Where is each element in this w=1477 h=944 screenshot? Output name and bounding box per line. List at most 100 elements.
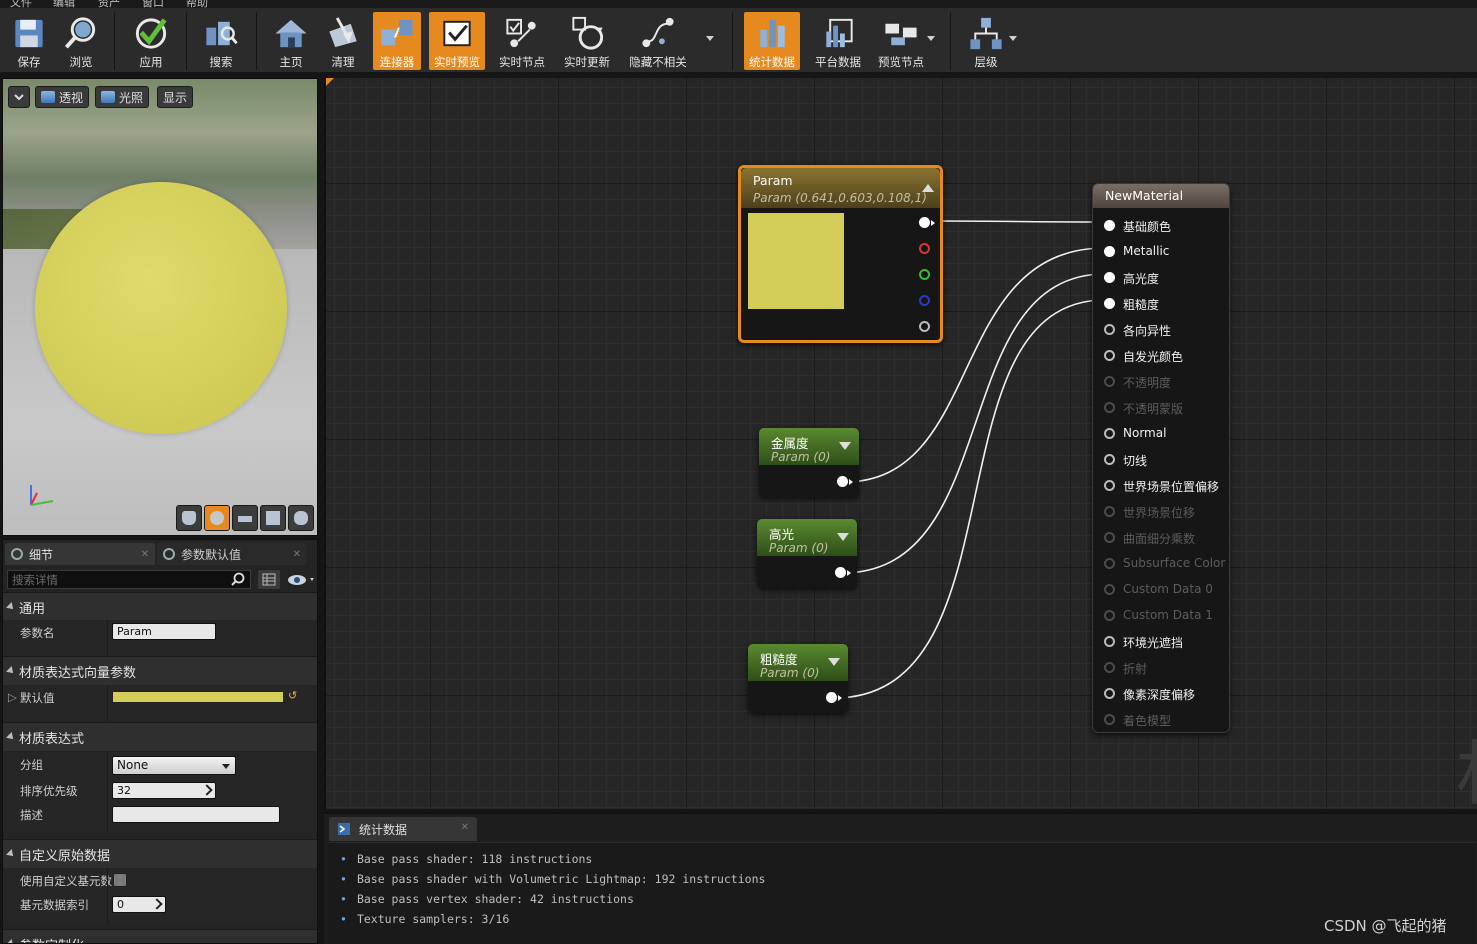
material-pin-row[interactable]: 高光度 [1093,265,1229,291]
menu-help[interactable]: 帮助 [186,0,208,8]
live-nodes-button[interactable]: 实时节点 [494,12,550,70]
material-pin-row[interactable]: 世界场景位置偏移 [1093,473,1229,499]
stats-tab-icon [338,823,350,835]
material-pin-row[interactable]: 环境光遮挡 [1093,629,1229,655]
menu-asset[interactable]: 资产 [98,0,120,8]
view-options-button[interactable] [257,569,281,590]
material-pin-row[interactable]: 自发光颜色 [1093,343,1229,369]
input-pin[interactable] [1104,246,1115,257]
output-pin-g[interactable] [919,269,930,280]
input-pin[interactable] [1104,428,1115,439]
home-button[interactable]: 主页 [268,12,314,70]
stats-button[interactable]: 统计数据 [744,12,800,70]
lit-button[interactable]: 光照 [95,86,150,108]
cylinder-preview-button[interactable] [176,505,202,531]
output-pin-r[interactable] [919,243,930,254]
material-pin-row[interactable]: 切线 [1093,447,1229,473]
menu-window[interactable]: 窗口 [142,0,164,8]
output-pin[interactable] [837,476,848,487]
platform-stats-button[interactable]: 平台数据 [810,12,866,70]
input-pin[interactable] [1104,220,1115,231]
material-pin-row[interactable]: Metallic [1093,239,1229,265]
search-details-input[interactable] [7,570,251,589]
hide-unrelated-button[interactable]: 隐藏不相关 [624,12,692,70]
preview-node-button[interactable]: 预览节点 [873,12,929,70]
input-pin[interactable] [1104,324,1115,335]
param-name-field[interactable]: Param [112,623,216,640]
material-pin-row[interactable]: Normal [1093,421,1229,447]
close-icon[interactable]: ✕ [293,549,301,560]
live-preview-button[interactable]: 实时预览 [429,12,485,70]
metallic-param-node[interactable]: 金属度 Param (0) [759,428,859,497]
collapse-arrow-icon[interactable] [839,442,851,450]
input-pin[interactable] [1104,480,1115,491]
output-pin-rgb[interactable] [919,217,930,228]
use-custom-primitive-checkbox[interactable] [113,873,127,887]
preview-node-dropdown-icon[interactable] [927,36,935,41]
group-combo[interactable]: None [112,756,236,775]
material-pin-row[interactable]: 粗糙度 [1093,291,1229,317]
show-button[interactable]: 显示 [157,86,194,108]
cube-preview-button[interactable] [260,505,286,531]
material-graph[interactable]: 村 Param Param (0.641,0.603,0.108,1) 金属度 … [324,78,1477,809]
close-icon[interactable]: ✕ [461,822,469,833]
credit-watermark: CSDN @飞起的猪 [1324,917,1447,935]
browse-button[interactable]: 浏览 [58,12,104,70]
save-button[interactable]: 保存 [8,12,50,70]
teapot-preview-button[interactable] [288,505,314,531]
hide-unrelated-dropdown-icon[interactable] [706,36,714,41]
primitive-index-spinbox[interactable]: 0 [112,896,166,913]
clean-button[interactable]: 清理 [320,12,366,70]
material-pin-row[interactable]: 基础颜色 [1093,213,1229,239]
input-pin[interactable] [1104,688,1115,699]
sphere-preview-button[interactable] [204,505,230,531]
eye-visibility-icon[interactable] [286,572,318,588]
hierarchy-dropdown-icon[interactable] [1009,36,1017,41]
param-vector-node[interactable]: Param Param (0.641,0.603,0.108,1) [738,165,943,343]
tab-details[interactable]: 细节 ✕ [5,543,155,565]
preview-viewport[interactable]: 透视 光照 显示 [2,78,318,536]
output-pin[interactable] [835,567,846,578]
apply-button[interactable]: 应用 [128,12,174,70]
tab-stats[interactable]: 统计数据 ✕ [329,817,477,841]
category-vector-param[interactable]: 材质表达式向量参数 [3,656,317,685]
close-icon[interactable]: ✕ [141,549,149,560]
category-general[interactable]: 通用 [3,592,317,621]
category-expression[interactable]: 材质表达式 [3,722,317,751]
search-button[interactable]: 搜索 [198,12,244,70]
expand-arrow-icon[interactable]: ▷ [8,690,17,704]
menu-edit[interactable]: 编辑 [53,0,75,8]
material-pin-row[interactable]: 像素深度偏移 [1093,681,1229,707]
menu-file[interactable]: 文件 [10,0,32,8]
input-pin[interactable] [1104,350,1115,361]
hierarchy-button[interactable]: 层级 [962,12,1010,70]
output-pin-a[interactable] [919,321,930,332]
chevron-down-icon [14,94,24,101]
description-field[interactable] [112,806,280,823]
tab-param-defaults[interactable]: 参数默认值 ✕ [157,543,307,565]
specular-param-node[interactable]: 高光 Param (0) [757,519,857,588]
sort-priority-spinbox[interactable]: 32 [112,782,216,799]
viewport-options-dropdown[interactable] [8,86,30,108]
collapse-arrow-icon[interactable] [922,184,934,192]
material-result-node[interactable]: NewMaterial 基础颜色 Metallic 高光度 粗糙度 各向异性 自发光颜色不… [1092,183,1230,733]
input-pin[interactable] [1104,636,1115,647]
input-pin[interactable] [1104,272,1115,283]
collapse-arrow-icon[interactable] [828,658,840,666]
input-pin[interactable] [1104,454,1115,465]
spin-arrow-icon [201,784,213,796]
output-pin[interactable] [826,692,837,703]
category-custom-primitive[interactable]: 自定义原始数据 [3,839,317,868]
roughness-param-node[interactable]: 粗糙度 Param (0) [748,644,848,713]
output-pin-b[interactable] [919,295,930,306]
connectors-button[interactable]: 连接器 [373,12,421,70]
material-pin-row[interactable]: 各向异性 [1093,317,1229,343]
perspective-button[interactable]: 透视 [35,86,90,108]
collapse-arrow-icon[interactable] [837,533,849,541]
reset-to-default-icon[interactable]: ↺ [288,689,297,702]
plane-preview-button[interactable] [232,505,258,531]
category-param-custom[interactable]: 参数定制化 [3,929,317,943]
input-pin[interactable] [1104,298,1115,309]
live-update-button[interactable]: 实时更新 [559,12,615,70]
default-color-swatch[interactable] [112,691,284,703]
